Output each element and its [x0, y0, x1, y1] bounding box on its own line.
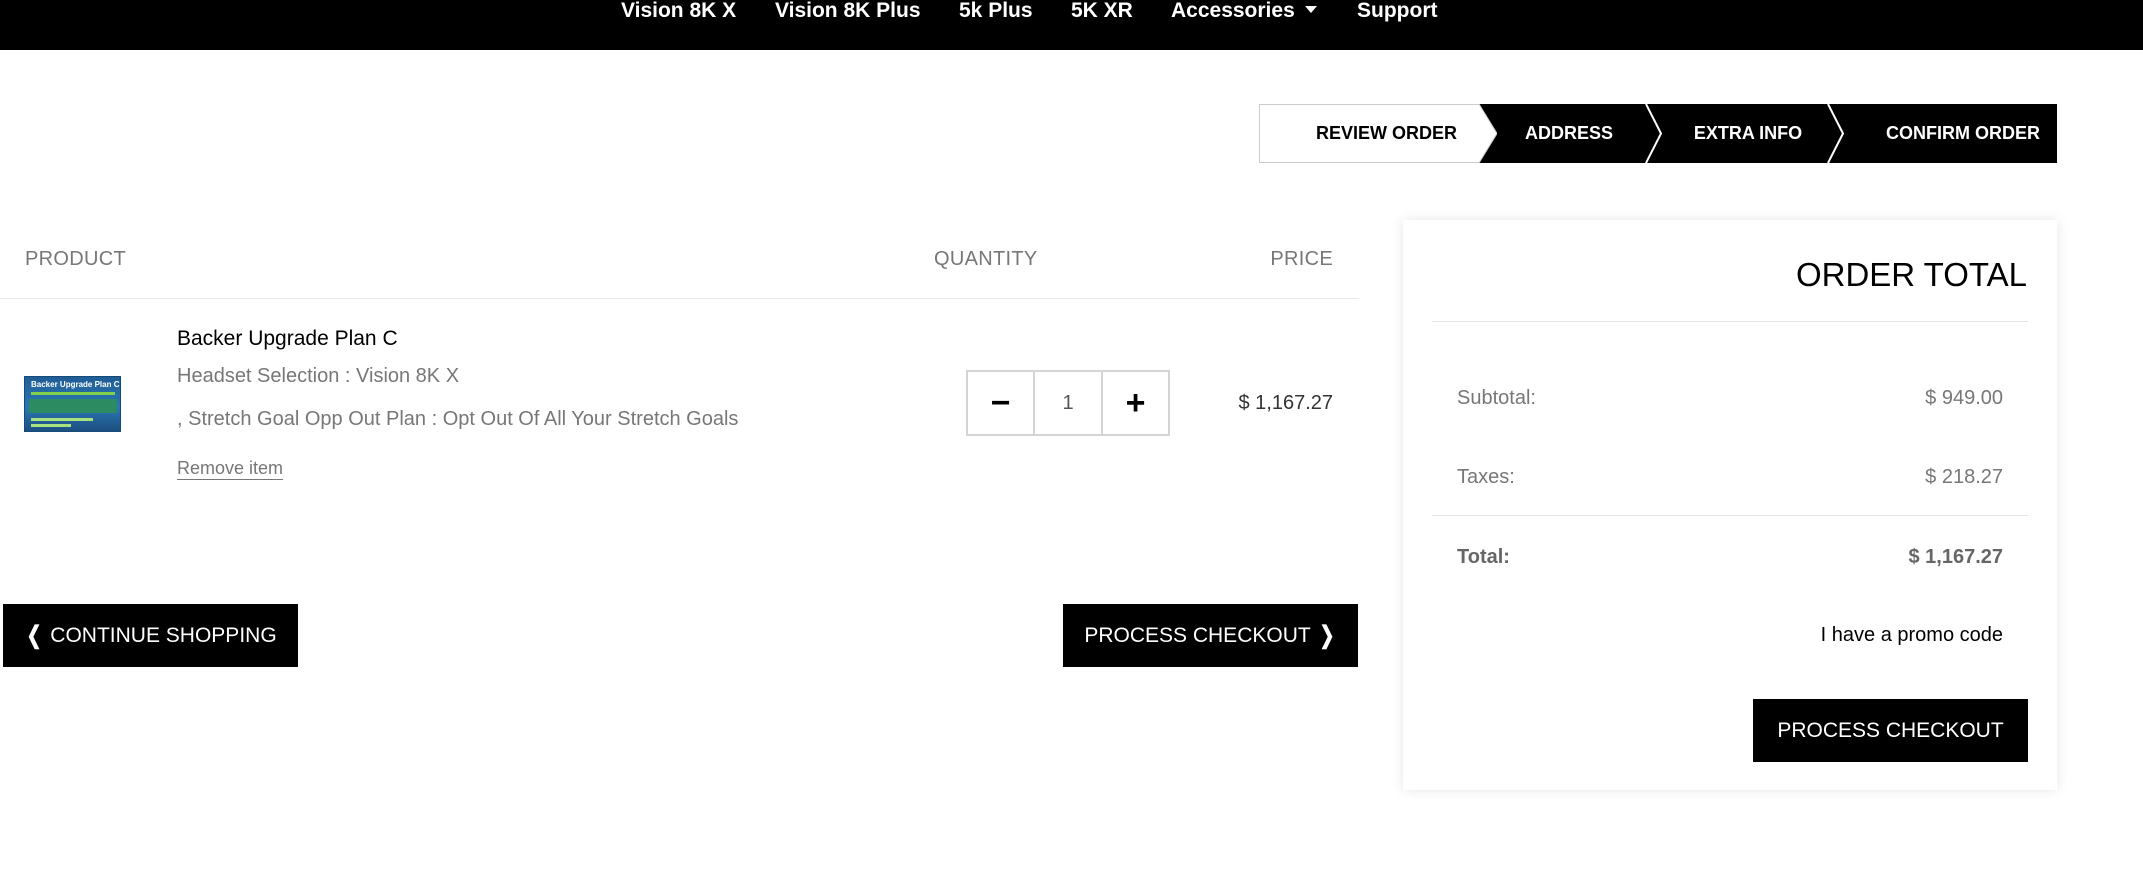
quantity-stepper: − +: [966, 370, 1170, 436]
process-checkout-button[interactable]: PROCESS CHECKOUT ❯: [1063, 604, 1358, 667]
step-extra-info-label: EXTRA INFO: [1693, 123, 1803, 143]
column-header-price: PRICE: [1270, 248, 1333, 270]
minus-icon: −: [990, 383, 1011, 422]
nav-accessories-label: Accessories: [1171, 0, 1295, 22]
step-address[interactable]: ADDRESS: [1479, 104, 1645, 163]
step-review-order-label: REVIEW ORDER: [1315, 123, 1457, 143]
checkout-steps: REVIEW ORDER ADDRESS EXTRA INFO CONFIRM …: [1259, 104, 2057, 163]
top-navigation-bar: Vision 8K X Vision 8K Plus 5k Plus 5K XR…: [0, 0, 2143, 50]
quantity-input[interactable]: [1033, 372, 1103, 434]
nav-vision-8k-x[interactable]: Vision 8K X: [621, 0, 736, 22]
taxes-value: $ 218.27: [1925, 466, 2003, 488]
step-confirm-order[interactable]: CONFIRM ORDER: [1827, 104, 2057, 163]
step-address-label: ADDRESS: [1524, 123, 1613, 143]
thumbnail-decoration: [29, 399, 117, 413]
attribute-value: Opt Out Of All Your Stretch Goals: [442, 408, 739, 430]
remove-item-link[interactable]: Remove item: [177, 458, 283, 479]
decrease-quantity-button[interactable]: −: [968, 372, 1033, 434]
chevron-left-icon: ❮: [26, 622, 42, 649]
continue-shopping-button[interactable]: ❮ CONTINUE SHOPPING: [3, 604, 298, 667]
card-divider: [1432, 321, 2028, 322]
nav-5k-xr[interactable]: 5K XR: [1071, 0, 1133, 22]
taxes-label: Taxes:: [1457, 466, 1515, 488]
column-header-quantity: QUANTITY: [934, 248, 1038, 270]
increase-quantity-button[interactable]: +: [1103, 372, 1168, 434]
nav-5k-plus[interactable]: 5k Plus: [959, 0, 1033, 22]
attribute-label: Headset Selection: [177, 365, 340, 387]
product-attribute-stretch-goal: , Stretch Goal Opp Out Plan : Opt Out Of…: [177, 408, 738, 431]
subtotal-label: Subtotal:: [1457, 387, 1536, 409]
attribute-label: Stretch Goal Opp Out Plan: [188, 408, 427, 430]
column-header-product: PRODUCT: [25, 248, 126, 270]
thumbnail-caption: Backer Upgrade Plan C: [31, 380, 120, 389]
promo-code-link[interactable]: I have a promo code: [1821, 624, 2003, 647]
table-divider: [0, 298, 1359, 299]
total-label: Total:: [1457, 546, 1510, 568]
card-divider: [1432, 515, 2028, 516]
product-name[interactable]: Backer Upgrade Plan C: [177, 327, 398, 351]
step-review-order[interactable]: REVIEW ORDER: [1259, 104, 1479, 163]
thumbnail-decoration: [31, 424, 71, 427]
chevron-right-icon: ❯: [1319, 622, 1335, 649]
plus-icon: +: [1125, 383, 1146, 422]
subtotal-value: $ 949.00: [1925, 387, 2003, 409]
process-checkout-label: PROCESS CHECKOUT: [1084, 623, 1311, 647]
thumbnail-decoration: [31, 392, 115, 395]
attribute-separator: :: [431, 408, 438, 430]
line-item-price: $ 1,167.27: [1238, 392, 1333, 414]
caret-down-icon: [1304, 6, 1317, 13]
total-value: $ 1,167.27: [1908, 546, 2003, 568]
nav-accessories-dropdown[interactable]: Accessories: [1171, 0, 1317, 22]
product-thumbnail[interactable]: Backer Upgrade Plan C: [24, 376, 121, 432]
product-attribute-headset: Headset Selection : Vision 8K X: [177, 365, 459, 388]
attribute-separator: :: [344, 365, 351, 387]
continue-shopping-label: CONTINUE SHOPPING: [50, 623, 277, 647]
attribute-value: Vision 8K X: [356, 365, 460, 387]
step-extra-info[interactable]: EXTRA INFO: [1645, 104, 1827, 163]
order-total-title: ORDER TOTAL: [1795, 256, 2027, 293]
nav-support[interactable]: Support: [1357, 0, 1437, 22]
order-total-card: ORDER TOTAL Subtotal: $ 949.00 Taxes: $ …: [1403, 220, 2057, 790]
nav-vision-8k-plus[interactable]: Vision 8K Plus: [775, 0, 921, 22]
step-confirm-order-label: CONFIRM ORDER: [1886, 123, 2040, 143]
attribute-prefix: ,: [177, 408, 183, 430]
thumbnail-decoration: [31, 418, 93, 421]
card-process-checkout-button[interactable]: PROCESS CHECKOUT: [1753, 699, 2028, 762]
